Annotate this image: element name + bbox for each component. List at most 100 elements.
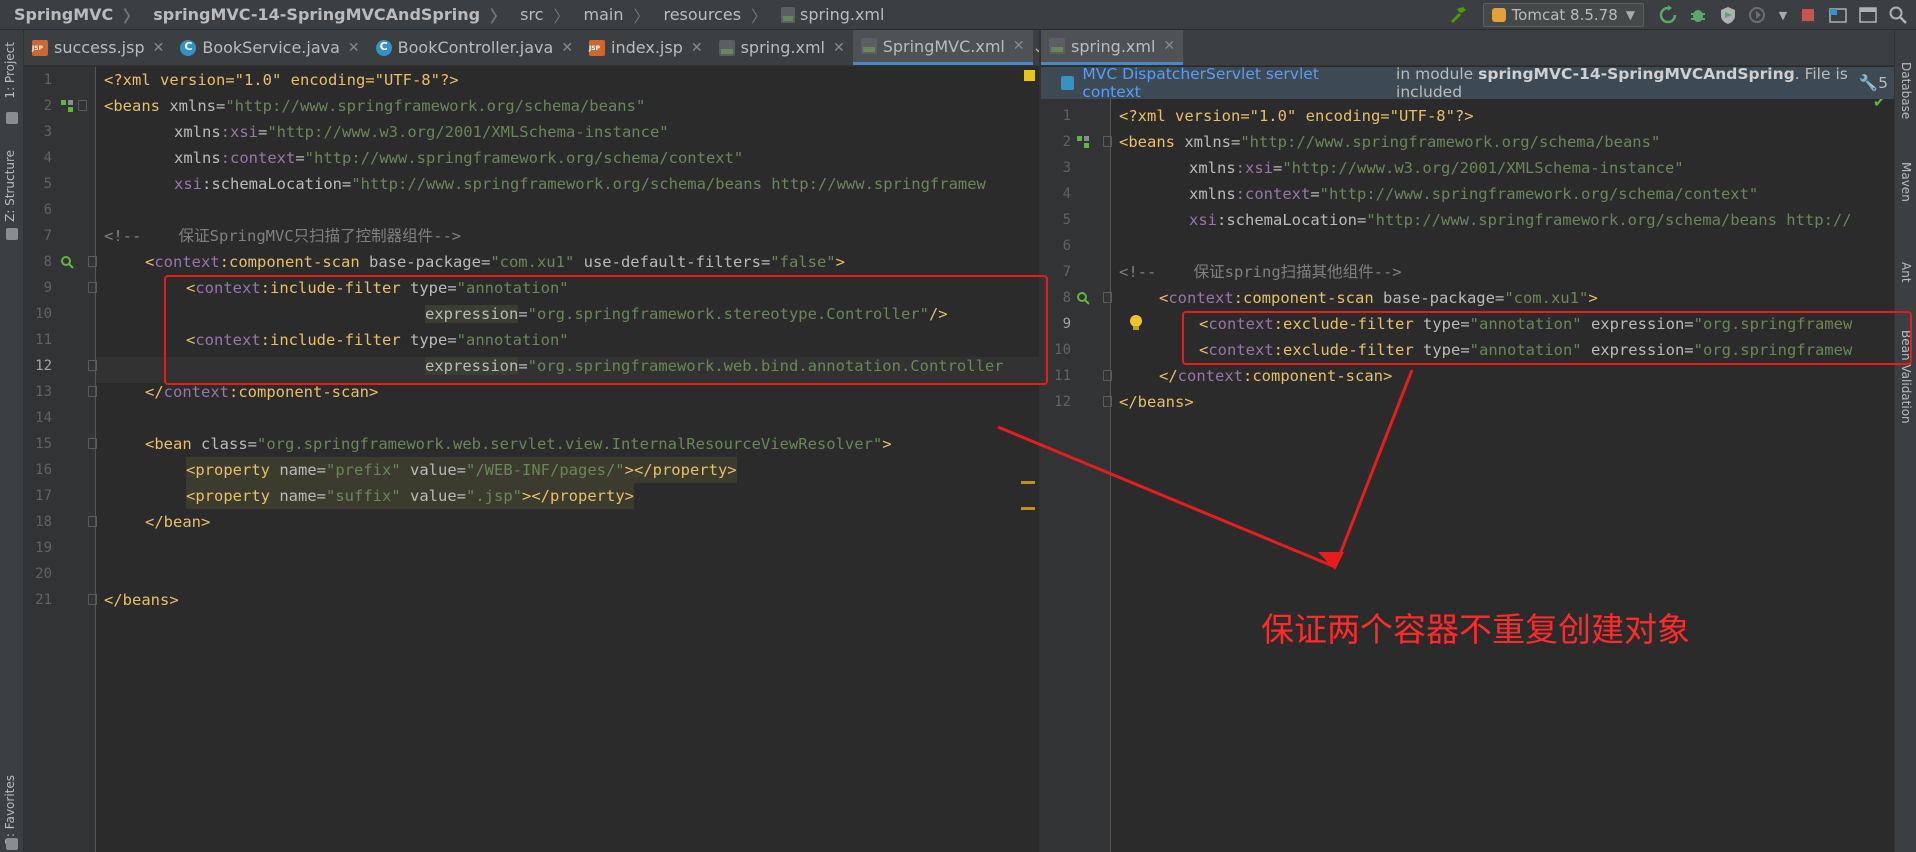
- close-icon[interactable]: ✕: [833, 40, 845, 56]
- fold-icon[interactable]: [88, 594, 97, 605]
- search-icon[interactable]: [1886, 3, 1910, 27]
- eq-token: =: [1356, 211, 1367, 229]
- debug-icon[interactable]: [1686, 3, 1710, 27]
- fold-icon[interactable]: [88, 516, 97, 527]
- code-line-2: <beans xmlns="http://www.springframework…: [1119, 129, 1660, 155]
- eq-token: =: [316, 487, 326, 505]
- tab-bookcontroller-java[interactable]: BookController.java ✕: [368, 30, 581, 65]
- inspection-warning-icon[interactable]: [1024, 70, 1035, 81]
- comment-token: <!-- 保证SpringMVC只扫描了控制器组件-->: [104, 227, 462, 245]
- line-number: 18: [35, 514, 52, 530]
- code-line-3: xmlns:xsi="http://www.w3.org/2001/XMLSch…: [174, 119, 669, 145]
- right-exclude-filter-highlight-box: [1182, 311, 1912, 365]
- layout-icon[interactable]: [1856, 3, 1880, 27]
- build-hammer-icon[interactable]: [1445, 2, 1471, 28]
- tab-label: SpringMVC.xml: [882, 36, 1005, 56]
- fold-icon[interactable]: [1103, 292, 1112, 303]
- tab-index-jsp[interactable]: index.jsp ✕: [581, 30, 711, 65]
- tag-token: :component-scan: [1233, 289, 1383, 307]
- close-icon[interactable]: ✕: [348, 40, 360, 56]
- close-icon[interactable]: ✕: [153, 40, 165, 56]
- tab-success-jsp[interactable]: success.jsp ✕: [24, 30, 172, 65]
- tab-spring-xml[interactable]: spring.xml ✕: [711, 30, 853, 65]
- eq-token: =: [247, 435, 258, 453]
- tab-spring-xml-right[interactable]: spring.xml ✕: [1041, 30, 1184, 65]
- left-editor[interactable]: 1 2 3 4 5 6 7 8 9 10 11 12 13 14 15 16 1…: [24, 67, 1039, 852]
- intention-bulb-icon[interactable]: [1129, 314, 1142, 330]
- value-token: "org.springframework.web.servlet.view.In…: [257, 435, 883, 453]
- rerun-icon[interactable]: [1656, 3, 1680, 27]
- coverage-icon[interactable]: [1716, 3, 1740, 27]
- chevron-down-icon: ▼: [1625, 8, 1635, 22]
- context-selector-link[interactable]: MVC DispatcherServlet servlet context: [1082, 65, 1368, 101]
- favorites-star-icon: [6, 838, 18, 850]
- maven-tool-button[interactable]: Maven: [1899, 162, 1913, 202]
- close-icon[interactable]: ✕: [561, 40, 573, 56]
- fold-icon[interactable]: [1103, 136, 1112, 147]
- code-line-2: <beans xmlns="http://www.springframework…: [104, 93, 645, 119]
- right-editor[interactable]: 1 2 3 4 5 6 7 8 9 10 11 12 <?xml version…: [1041, 99, 1894, 852]
- line-number: 5: [43, 176, 52, 192]
- inspection-ok-icon[interactable]: ✔: [1873, 99, 1886, 111]
- ns-token: context: [1177, 367, 1243, 385]
- component-scan-gutter-icon[interactable]: [60, 255, 74, 269]
- breadcrumb-separator-icon: 〉: [490, 6, 507, 26]
- tab-bookservice-java[interactable]: BookService.java ✕: [172, 30, 367, 65]
- code-line-8: <context:component-scan base-package="co…: [1159, 285, 1598, 311]
- tag-token: </: [145, 383, 164, 401]
- line-number: 3: [43, 124, 52, 140]
- project-tool-button[interactable]: 1: Project: [3, 42, 17, 99]
- project-structure-icon[interactable]: [1826, 3, 1850, 27]
- breadcrumb-module-label: springMVC-14-SpringMVCAndSpring: [153, 5, 481, 24]
- stop-icon[interactable]: [1796, 3, 1820, 27]
- fold-icon[interactable]: [1103, 370, 1112, 381]
- spring-bean-gutter-icon[interactable]: [60, 99, 74, 113]
- component-scan-gutter-icon[interactable]: [1076, 291, 1090, 305]
- fold-icon[interactable]: [78, 100, 87, 111]
- fold-icon[interactable]: [1103, 396, 1112, 407]
- breadcrumb-file[interactable]: spring.xml: [767, 0, 884, 30]
- eq-token: =: [1231, 133, 1241, 151]
- breadcrumb-module[interactable]: springMVC-14-SpringMVCAndSpring 〉: [139, 0, 506, 30]
- run-configuration-label: Tomcat 8.5.78: [1511, 6, 1618, 24]
- navigation-bar: SpringMVC 〉 springMVC-14-SpringMVCAndSpri…: [0, 0, 1916, 30]
- breadcrumb-main-label: main: [583, 5, 624, 24]
- spring-bean-gutter-icon[interactable]: [1076, 135, 1090, 149]
- code-line-4: xmlns:context="http://www.springframewor…: [174, 145, 743, 171]
- favorites-tool-button[interactable]: 2: Favorites: [3, 775, 17, 845]
- close-icon[interactable]: ✕: [1013, 38, 1025, 54]
- scrollbar-marker[interactable]: [1021, 507, 1035, 510]
- left-include-filter-highlight-box: [164, 275, 1048, 385]
- close-icon[interactable]: ✕: [1163, 38, 1175, 54]
- code-line-7: <!-- 保证SpringMVC只扫描了控制器组件-->: [104, 223, 461, 249]
- banner-count: 5: [1878, 74, 1888, 92]
- scrollbar-marker[interactable]: [1021, 481, 1035, 484]
- line-number: 1: [1062, 108, 1071, 124]
- structure-tool-button[interactable]: Z: Structure: [3, 150, 17, 222]
- breadcrumb-src[interactable]: src 〉: [506, 0, 569, 30]
- attr-token: name: [279, 461, 317, 479]
- fold-icon[interactable]: [88, 360, 97, 371]
- fold-icon[interactable]: [88, 386, 97, 397]
- database-tool-button[interactable]: Database: [1899, 62, 1913, 119]
- fold-icon[interactable]: [88, 256, 97, 267]
- breadcrumb-resources[interactable]: resources 〉: [649, 0, 767, 30]
- ns-token: :xsi: [220, 123, 258, 141]
- banner-configure[interactable]: 🔧5: [1859, 74, 1888, 92]
- ant-tool-button[interactable]: Ant: [1899, 262, 1913, 283]
- more-run-chevron-down-icon[interactable]: ▼: [1776, 3, 1790, 27]
- fold-icon[interactable]: [88, 438, 97, 449]
- value-token: "false": [770, 253, 836, 271]
- tag-token: </: [1159, 367, 1178, 385]
- tab-springmvc-xml[interactable]: SpringMVC.xml ✕: [852, 30, 1033, 65]
- profile-icon[interactable]: [1746, 3, 1770, 27]
- fold-icon[interactable]: [88, 282, 97, 293]
- run-configuration-select[interactable]: Tomcat 8.5.78 ▼: [1482, 3, 1644, 27]
- close-icon[interactable]: ✕: [691, 40, 703, 56]
- attr-token: value: [400, 461, 457, 479]
- breadcrumb-main[interactable]: main 〉: [569, 0, 649, 30]
- breadcrumb-resources-label: resources: [663, 5, 742, 24]
- breadcrumb-separator-icon: 〉: [123, 6, 140, 26]
- breadcrumb-project[interactable]: SpringMVC 〉: [0, 0, 139, 30]
- breadcrumb-src-label: src: [520, 5, 544, 24]
